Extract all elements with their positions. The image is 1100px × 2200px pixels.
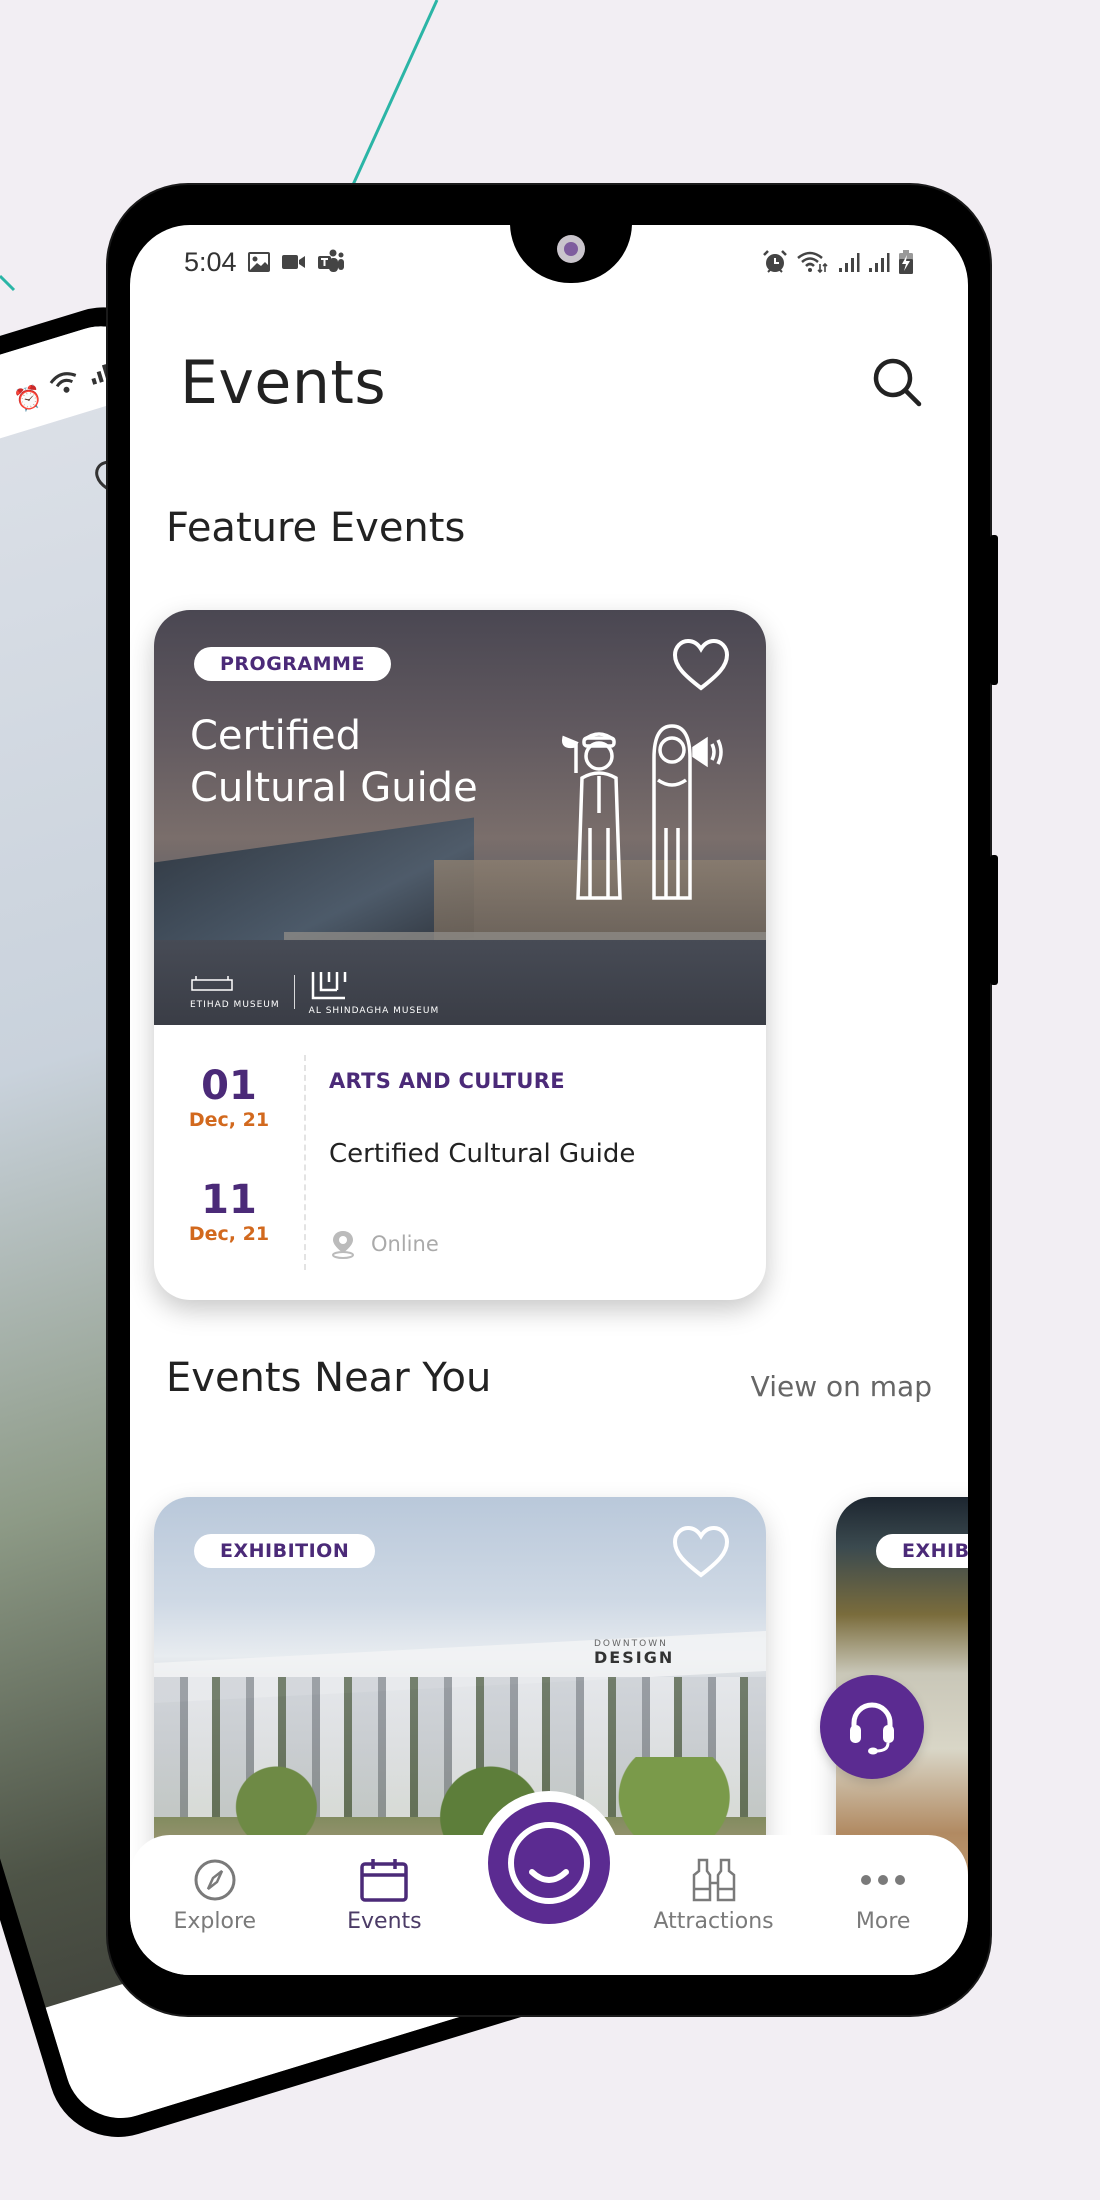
page-header: Events: [180, 343, 930, 423]
end-day: 11: [201, 1177, 257, 1223]
calendar-icon: [360, 1859, 409, 1902]
event-category: ARTS AND CULTURE: [329, 1069, 565, 1093]
battery-charging-icon: [898, 249, 914, 275]
phone-side-button: [990, 855, 998, 985]
signal-icon: [838, 251, 860, 273]
nav-label: Attractions: [653, 1909, 774, 1934]
alarm-icon: ⏰: [12, 383, 46, 416]
featured-event-image: PROGRAMME Certified Cultural Guide ETIHA…: [154, 610, 766, 1025]
start-day: 01: [201, 1063, 257, 1109]
featured-image-title-line: Cultural Guide: [190, 765, 478, 811]
search-icon: [873, 358, 922, 407]
nav-item-attractions[interactable]: Attractions: [644, 1857, 784, 1934]
signal-icon: [868, 251, 890, 273]
front-camera: [557, 235, 585, 263]
featured-event-info: 01 Dec, 21 11 Dec, 21 ARTS AND CULTURE C…: [154, 1025, 766, 1300]
more-dots-icon: [861, 1875, 906, 1885]
page-title: Events: [180, 348, 387, 418]
video-camera-icon: [281, 253, 307, 271]
downtown-design-logo: DOWNTOWN DESIGN: [594, 1637, 675, 1667]
nav-label: More: [855, 1909, 911, 1934]
featured-event-card[interactable]: PROGRAMME Certified Cultural Guide ETIHA…: [154, 610, 766, 1300]
cultural-guides-illustration-icon: [561, 724, 723, 900]
teams-icon: [317, 249, 345, 275]
event-type-badge: PROGRAMME: [194, 647, 391, 681]
end-date: 11 Dec, 21: [174, 1179, 284, 1245]
app-screen: 5:04 Events Feature Events PROGRAMME Cer…: [130, 225, 968, 1975]
event-type-badge: EXHIBITION: [194, 1534, 376, 1568]
end-month: Dec, 21: [188, 1223, 270, 1245]
compass-icon: [194, 1859, 236, 1901]
nav-label: Explore: [173, 1909, 257, 1934]
assistant-center-button[interactable]: [477, 1791, 621, 1935]
start-month: Dec, 21: [188, 1109, 270, 1131]
favorite-heart-icon[interactable]: [672, 638, 730, 692]
logo-separator: [293, 975, 295, 1009]
phone-side-button: [990, 535, 998, 685]
nav-item-more[interactable]: More: [813, 1857, 953, 1934]
location-pin-icon: [332, 1231, 354, 1259]
nav-item-explore[interactable]: Explore: [145, 1857, 285, 1934]
favorite-heart-icon[interactable]: [672, 1525, 730, 1579]
binoculars-icon: [692, 1858, 735, 1902]
start-date: 01 Dec, 21: [174, 1065, 284, 1131]
wifi-icon: [47, 367, 84, 404]
phone-mockup: 5:04 Events Feature Events PROGRAMME Cer…: [108, 185, 998, 2015]
status-time: 5:04: [184, 246, 237, 277]
smiley-icon: [508, 1822, 590, 1904]
partner-logos: ETIHAD MUSEUM AL SHINDAGHA MUSEUM: [190, 968, 439, 1016]
dashed-divider: [304, 1055, 306, 1270]
logo-caption: DESIGN: [594, 1648, 675, 1667]
event-location-text: Online: [371, 1232, 439, 1256]
logo-text: AL SHINDAGHA MUSEUM: [308, 1006, 440, 1016]
assistant-center-button-inner: [488, 1802, 610, 1924]
alarm-icon: [762, 249, 788, 275]
event-type-badge: EXHIBITION: [876, 1534, 968, 1568]
wifi-icon: [796, 250, 830, 274]
view-on-map-link[interactable]: View on map: [751, 1370, 932, 1403]
featured-image-title-line: Certified: [190, 713, 361, 759]
section-title-feature-events: Feature Events: [166, 505, 466, 551]
headset-icon: [850, 1702, 894, 1755]
al-shindagha-museum-logo: AL SHINDAGHA MUSEUM: [309, 968, 440, 1016]
featured-image-title: Certified Cultural Guide: [190, 710, 478, 814]
event-location: Online: [329, 1229, 746, 1259]
support-chat-button[interactable]: [820, 1675, 924, 1779]
event-name: Certified Cultural Guide: [329, 1139, 636, 1169]
etihad-museum-logo: ETIHAD MUSEUM: [190, 974, 280, 1010]
image-icon: [247, 251, 271, 273]
event-details: ARTS AND CULTURE Certified Cultural Guid…: [329, 1069, 746, 1259]
section-title-events-near-you: Events Near You: [166, 1355, 492, 1401]
nav-item-events[interactable]: Events: [314, 1857, 454, 1934]
date-range: 01 Dec, 21 11 Dec, 21: [174, 1065, 284, 1245]
nav-label: Events: [347, 1909, 422, 1934]
logo-text: ETIHAD MUSEUM: [190, 1000, 280, 1010]
search-button[interactable]: [866, 351, 930, 415]
